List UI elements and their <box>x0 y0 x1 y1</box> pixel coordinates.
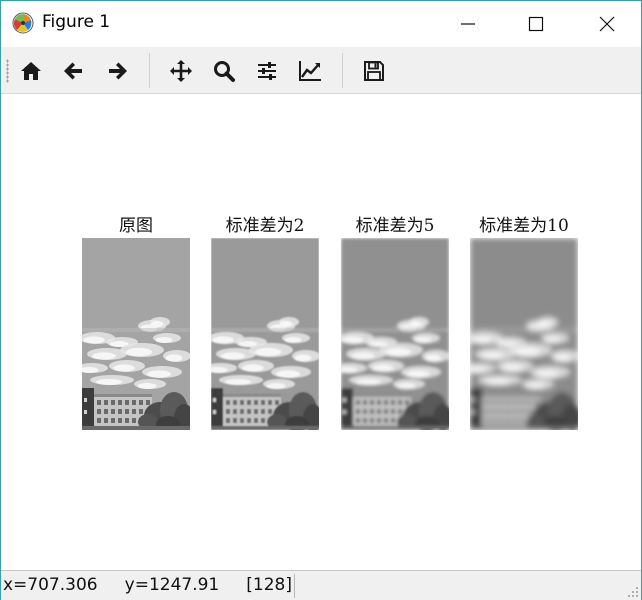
subplot-title: 原图 <box>119 216 153 236</box>
minimize-glyph-icon <box>461 23 475 25</box>
save-button[interactable] <box>359 56 389 86</box>
status-divider <box>294 574 295 598</box>
toolbar-grip[interactable] <box>6 59 9 83</box>
move-icon <box>170 60 192 82</box>
maximize-icon <box>528 16 544 32</box>
matplotlib-logo-icon <box>12 12 34 34</box>
line-chart-icon <box>299 61 321 81</box>
subplot-title: 标准差为10 <box>479 216 569 236</box>
zoom-button[interactable] <box>209 56 239 86</box>
subplot-image <box>470 238 578 430</box>
arrow-left-icon <box>64 62 82 80</box>
minimize-control[interactable] <box>445 1 491 47</box>
subplot-image <box>211 238 319 430</box>
resize-grip-icon[interactable] <box>627 586 639 598</box>
toolbar-separator <box>149 53 150 88</box>
window-title: Figure 1 <box>42 12 111 32</box>
home-icon <box>21 62 41 80</box>
figure-canvas[interactable]: 原图 标准差为2 标准差为5 标准差为10 <box>1 95 641 569</box>
status-bar: x=707.306 y=1247.91 [128] <box>1 570 641 600</box>
pixel-value: [128] <box>246 575 292 595</box>
subplot-title: 标准差为5 <box>355 216 435 236</box>
subplot-image <box>82 238 190 430</box>
cursor-readout: x=707.306 y=1247.91 [128] <box>3 575 292 595</box>
home-button[interactable] <box>16 56 46 86</box>
zoom-icon <box>214 61 235 82</box>
configure-subplots-button[interactable] <box>252 56 282 86</box>
grayscale-photo <box>82 238 190 430</box>
close-icon <box>599 16 615 32</box>
grayscale-photo <box>341 238 449 430</box>
edit-axis-button[interactable] <box>295 56 325 86</box>
back-button[interactable] <box>59 56 89 86</box>
grayscale-photo <box>211 238 319 430</box>
subplot-image <box>341 238 449 430</box>
navigation-toolbar <box>1 47 641 94</box>
arrow-right-icon <box>109 62 127 80</box>
subplot-title: 标准差为2 <box>225 216 305 236</box>
pan-button[interactable] <box>166 56 196 86</box>
sliders-icon <box>258 62 276 80</box>
cursor-x: x=707.306 <box>3 575 98 595</box>
close-button[interactable] <box>584 1 630 47</box>
figure-window: Figure 1 原图 标准差为2 标准差为5 标准差为10 x=707.306… <box>0 0 642 600</box>
cursor-y: y=1247.91 <box>124 575 220 595</box>
grayscale-photo <box>470 238 578 430</box>
save-icon <box>364 61 384 81</box>
forward-button[interactable] <box>102 56 132 86</box>
maximize-button[interactable] <box>513 1 559 47</box>
toolbar-separator <box>342 53 343 88</box>
